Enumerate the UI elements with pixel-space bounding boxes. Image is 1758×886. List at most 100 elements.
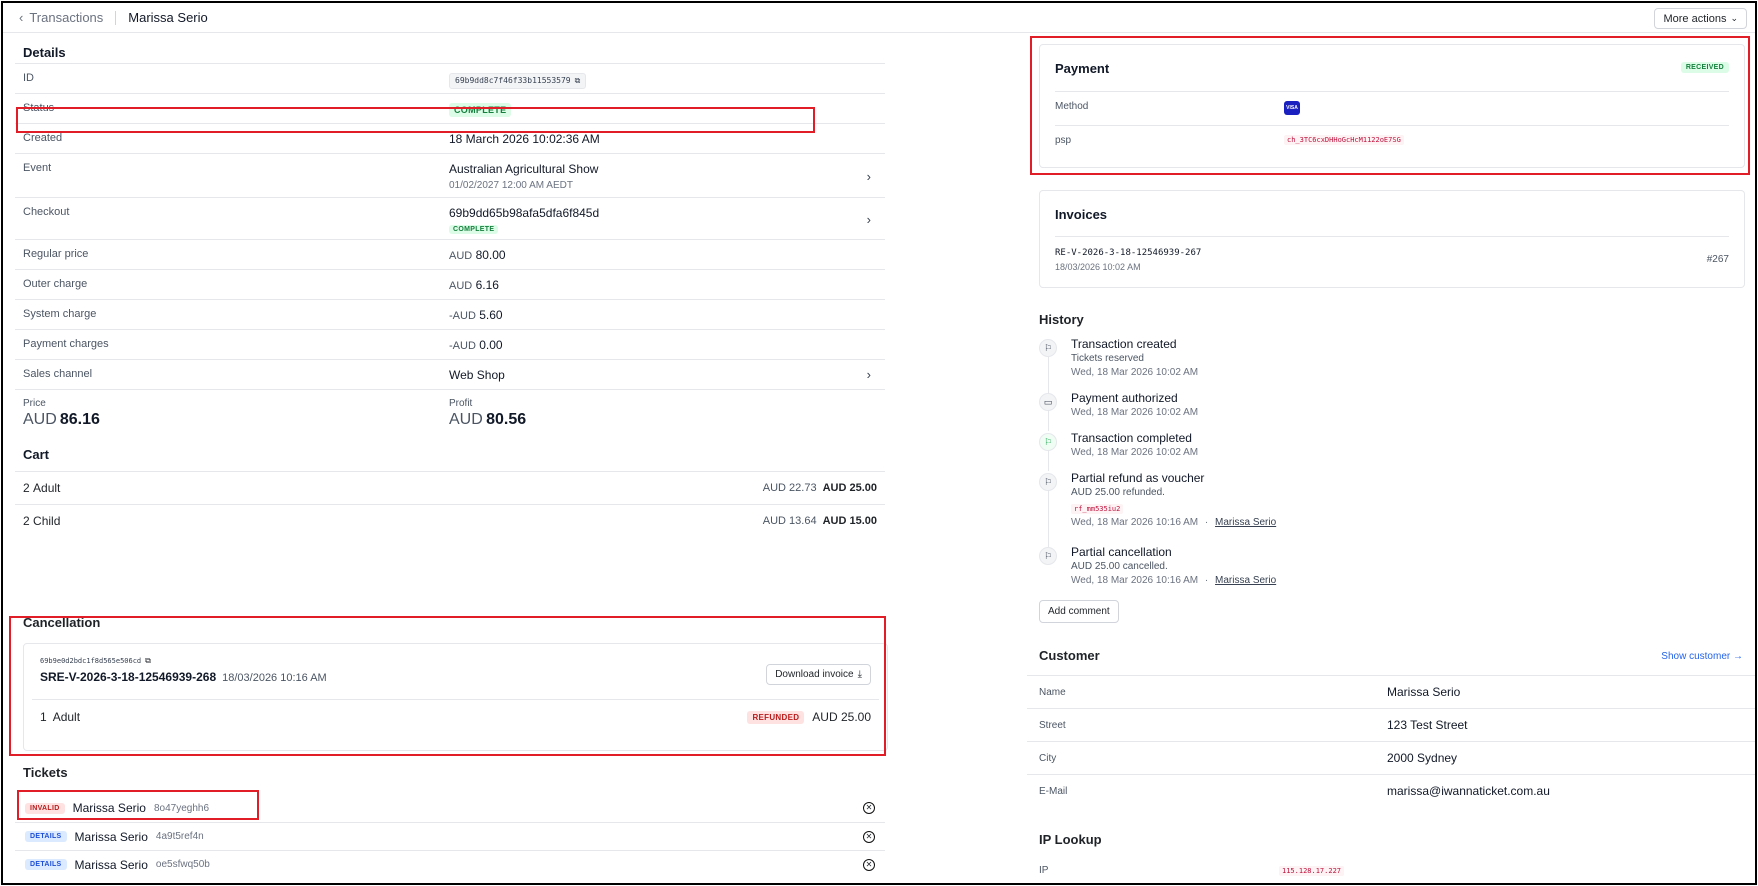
invoices-card: Invoices RE-V-2026-3-18-12546939-267 18/… bbox=[1039, 190, 1745, 288]
ticket-badge: DETAILS bbox=[25, 859, 67, 870]
psp-label: psp bbox=[1055, 135, 1072, 146]
cart-item: 2 Adult AUD 22.73 AUD 25.00 bbox=[15, 471, 885, 504]
ticket-name: Marissa Serio bbox=[72, 801, 146, 815]
price-currency: AUD bbox=[23, 411, 57, 428]
details-row-outer-charge: Outer charge AUD 6.16 bbox=[15, 269, 885, 299]
left-column: Details ID 69b9dd8c7f46f33b11553579 ⧉ Sta… bbox=[15, 33, 885, 537]
history-item-sub: AUD 25.00 refunded. bbox=[1071, 487, 1165, 498]
chevron-right-icon[interactable]: › bbox=[867, 212, 871, 227]
cancellation-item-amount: AUD 25.00 bbox=[812, 710, 871, 724]
chevron-right-icon[interactable]: › bbox=[867, 367, 871, 382]
details-title: Details bbox=[23, 45, 66, 60]
x-circle-icon[interactable]: ✕ bbox=[863, 830, 875, 843]
ticket-row[interactable]: DETAILS Marissa Serio 4a9t5ref4n ✕ bbox=[15, 822, 885, 850]
cart-item-gross: AUD 15.00 bbox=[822, 515, 877, 527]
history-connector bbox=[1048, 449, 1049, 471]
history-user-link[interactable]: Marissa Serio bbox=[1215, 517, 1276, 528]
history-item-sub: AUD 25.00 cancelled. bbox=[1071, 561, 1168, 572]
copy-icon[interactable]: ⧉ bbox=[145, 656, 151, 666]
invoice-number[interactable]: RE-V-2026-3-18-12546939-267 bbox=[1055, 248, 1201, 258]
created-label: Created bbox=[23, 132, 63, 144]
payment-row-method: Method VISA bbox=[1055, 91, 1729, 125]
ip-value: 115.128.17.227 bbox=[1279, 865, 1345, 876]
id-chip[interactable]: 69b9dd8c7f46f33b11553579 ⧉ bbox=[449, 72, 587, 89]
details-row-totals: Price AUD 86.16 Profit AUD 80.56 bbox=[15, 389, 885, 435]
credit-card-icon: ▭ bbox=[1039, 393, 1057, 411]
ip-label: IP bbox=[1039, 865, 1049, 876]
customer-email-label: E-Mail bbox=[1039, 785, 1068, 797]
cart-item-name: Adult bbox=[33, 481, 61, 495]
profit-label: Profit bbox=[449, 398, 473, 409]
flag-icon: ⚐ bbox=[1039, 473, 1057, 491]
chevron-down-icon: ⌄ bbox=[1730, 13, 1738, 23]
breadcrumb-back-label: Transactions bbox=[29, 10, 104, 25]
event-date: 01/02/2027 12:00 AM AEDT bbox=[449, 180, 573, 191]
customer-row-email: E-Mail marissa@iwannaticket.com.au bbox=[1027, 774, 1755, 807]
sales-channel-label: Sales channel bbox=[23, 368, 93, 380]
ticket-row[interactable]: DETAILS Marissa Serio oe5sfwq50b ✕ bbox=[15, 850, 885, 878]
details-row-system-charge: System charge -AUD 5.60 bbox=[15, 299, 885, 329]
flag-icon: ⚐ bbox=[1039, 339, 1057, 357]
show-customer-link[interactable]: Show customer → bbox=[1661, 651, 1743, 662]
history-list: ⚐ Transaction created Tickets reserved W… bbox=[1039, 337, 1745, 617]
ticket-badge: INVALID bbox=[25, 802, 65, 814]
customer-row-name: Name Marissa Serio bbox=[1027, 675, 1755, 708]
checkout-status-badge: COMPLETE bbox=[449, 225, 499, 234]
app-frame: ‹ Transactions Marissa Serio More action… bbox=[1, 1, 1757, 885]
copy-icon[interactable]: ⧉ bbox=[575, 76, 581, 86]
customer-street-value: 123 Test Street bbox=[1387, 718, 1468, 732]
ticket-code: 8o47yeghh6 bbox=[153, 802, 210, 814]
chevron-right-icon[interactable]: › bbox=[867, 169, 871, 184]
more-actions-button[interactable]: More actions ⌄ bbox=[1654, 8, 1747, 29]
chevron-left-icon: ‹ bbox=[19, 10, 24, 25]
checkout-label: Checkout bbox=[23, 206, 70, 218]
method-label: Method bbox=[1055, 101, 1089, 112]
event-name: Australian Agricultural Show bbox=[449, 162, 599, 176]
customer-title: Customer bbox=[1039, 648, 1100, 663]
system-charge-label: System charge bbox=[23, 308, 97, 320]
payment-charges-value: 0.00 bbox=[479, 338, 503, 352]
more-actions-label: More actions bbox=[1663, 12, 1727, 25]
ip-lookup-title: IP Lookup bbox=[1039, 832, 1102, 847]
details-row-status: Status COMPLETE bbox=[15, 93, 885, 123]
invoice-date: 18/03/2026 10:02 AM bbox=[1055, 262, 1141, 272]
add-comment-button[interactable]: Add comment bbox=[1039, 600, 1119, 623]
invoices-title: Invoices bbox=[1055, 207, 1108, 222]
status-label: Status bbox=[23, 102, 55, 114]
customer-city-label: City bbox=[1039, 752, 1057, 764]
history-user-link[interactable]: Marissa Serio bbox=[1215, 575, 1276, 586]
history-item-sub: Tickets reserved bbox=[1071, 353, 1144, 364]
details-row-sales-channel[interactable]: Sales channel Web Shop › bbox=[15, 359, 885, 389]
history-connector bbox=[1048, 409, 1049, 431]
x-circle-icon[interactable]: ✕ bbox=[863, 858, 875, 871]
top-bar: ‹ Transactions Marissa Serio More action… bbox=[3, 3, 1755, 33]
cart-item-gross: AUD 25.00 bbox=[822, 482, 877, 494]
history-item-time: Wed, 18 Mar 2026 10:02 AM bbox=[1071, 367, 1199, 378]
customer-row-street: Street 123 Test Street bbox=[1027, 708, 1755, 741]
details-row-event[interactable]: Event Australian Agricultural Show 01/02… bbox=[15, 153, 885, 197]
sales-channel-value: Web Shop bbox=[449, 368, 505, 382]
refund-code: rf_mm535iu2 bbox=[1071, 504, 1124, 514]
history-item-title: Partial cancellation bbox=[1071, 545, 1172, 559]
ticket-badge: DETAILS bbox=[25, 831, 67, 842]
ticket-name: Marissa Serio bbox=[74, 857, 148, 872]
cancellation-item-name: Adult bbox=[52, 710, 81, 724]
cart-item-net: AUD 13.64 bbox=[762, 515, 817, 527]
payment-charges-label: Payment charges bbox=[23, 338, 109, 350]
download-invoice-button[interactable]: Download invoice ⤓ bbox=[766, 664, 871, 685]
cancellation-card: 69b9e0d2bdc1f8d565e506cd ⧉ SRE-V-2026-3-… bbox=[23, 643, 888, 751]
customer-row-city: City 2000 Sydney bbox=[1027, 741, 1755, 774]
ticket-row[interactable]: INVALID Marissa Serio 8o47yeghh6 ✕ bbox=[15, 794, 885, 822]
cancellation-item-qty: 1 bbox=[40, 710, 47, 724]
flag-icon: ⚐ bbox=[1039, 433, 1057, 451]
details-row-checkout[interactable]: Checkout 69b9dd65b98afa5dfa6f845d COMPLE… bbox=[15, 197, 885, 239]
cancellation-id: 69b9e0d2bdc1f8d565e506cd bbox=[40, 657, 142, 665]
breadcrumb-back-link[interactable]: ‹ Transactions bbox=[19, 10, 103, 25]
id-label: ID bbox=[23, 72, 34, 84]
payment-charges-currency: -AUD bbox=[449, 340, 476, 352]
customer-name-value: Marissa Serio bbox=[1387, 685, 1461, 699]
profit-value: 80.56 bbox=[486, 411, 527, 428]
history-item-time: Wed, 18 Mar 2026 10:02 AM bbox=[1071, 447, 1199, 458]
x-circle-icon[interactable]: ✕ bbox=[863, 802, 875, 814]
flag-icon: ⚐ bbox=[1039, 547, 1057, 565]
